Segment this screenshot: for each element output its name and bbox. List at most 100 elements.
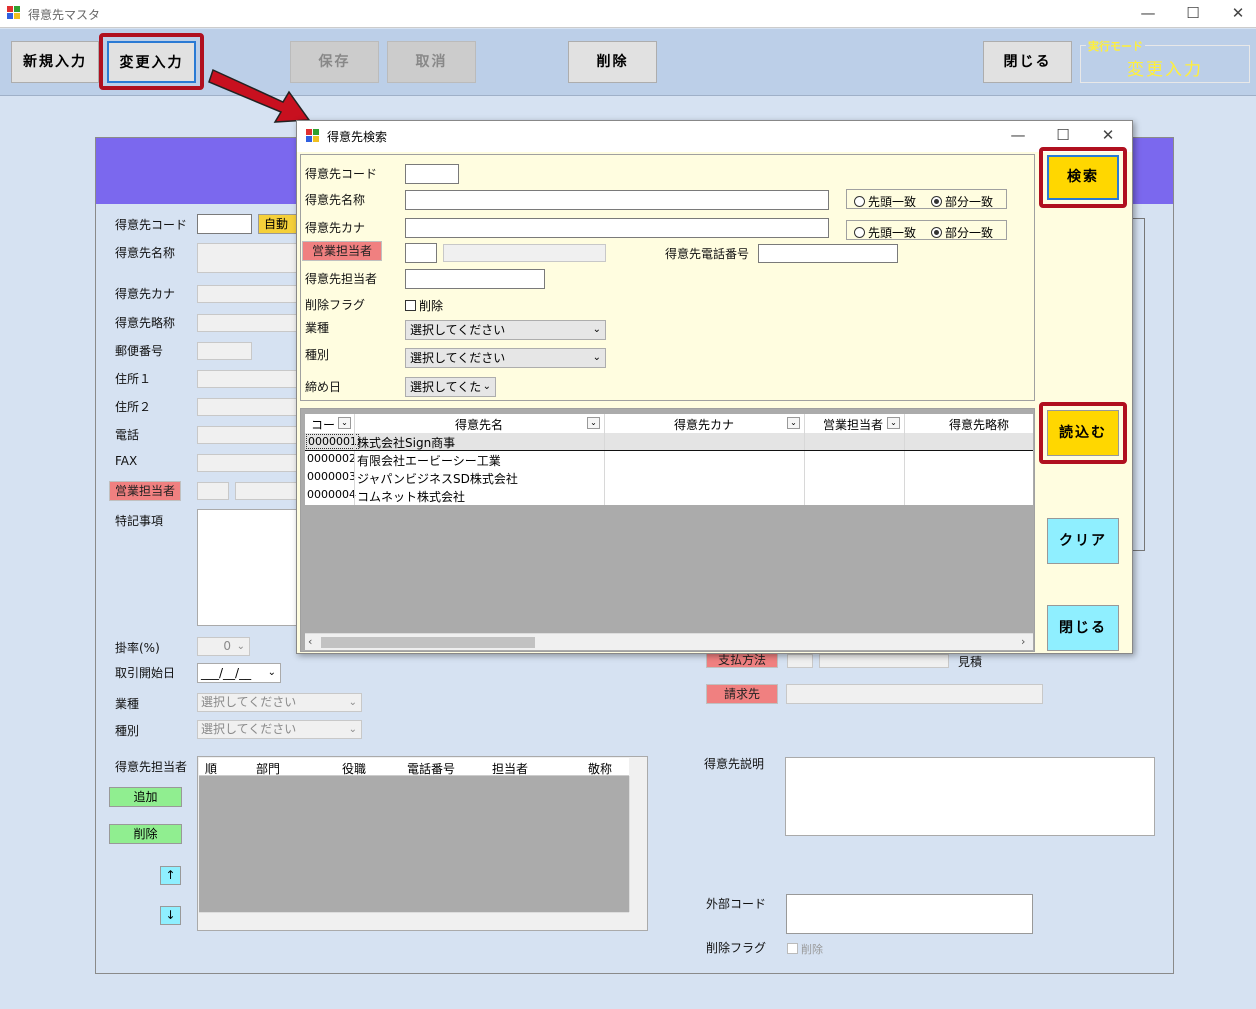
phone-label: 電話 <box>115 428 140 442</box>
radio-selected-icon <box>931 227 942 238</box>
main-titlebar: 得意先マスタ — ☐ ✕ <box>0 0 1256 28</box>
address2-input[interactable] <box>197 398 297 416</box>
filter-icon[interactable]: ⌄ <box>787 417 800 429</box>
name-partial-radio[interactable]: 部分一致 <box>931 193 993 210</box>
table-row[interactable]: 0000001 株式会社Sign商事 <box>305 433 1033 453</box>
results-hscroll[interactable]: ‹ › <box>305 633 1033 650</box>
load-button[interactable]: 読込む <box>1047 410 1119 456</box>
clear-button[interactable]: クリア <box>1047 518 1119 564</box>
filter-icon[interactable]: ⌄ <box>587 417 600 429</box>
delete-button[interactable]: 削除 <box>568 41 657 83</box>
code-input[interactable] <box>197 214 252 234</box>
col-code: コー <box>311 418 336 432</box>
cancel-button[interactable]: 取消 <box>387 41 476 83</box>
maximize-icon[interactable]: ☐ <box>1170 0 1216 28</box>
scroll-right-icon[interactable]: › <box>1021 635 1025 648</box>
col-name: 得意先名 <box>455 418 504 432</box>
change-entry-button[interactable]: 変更入力 <box>107 41 196 83</box>
description-textarea[interactable] <box>785 757 1155 836</box>
window-title: 得意先マスタ <box>28 8 101 22</box>
radio-icon <box>854 227 865 238</box>
partial-label: 部分一致 <box>945 226 994 240</box>
start-date-input[interactable]: ___/__/__ ⌄ <box>197 663 281 683</box>
kana-partial-radio[interactable]: 部分一致 <box>931 224 993 241</box>
fax-input[interactable] <box>197 454 297 472</box>
dlg-code-input[interactable] <box>405 164 459 184</box>
contacts-vscroll[interactable] <box>629 776 646 912</box>
payment-method-button[interactable]: 支払方法 <box>706 652 778 668</box>
industry-combo[interactable]: 選択してください ⌄ <box>197 693 362 712</box>
move-down-button[interactable]: ↓ <box>160 906 181 925</box>
postal-input[interactable] <box>197 342 252 360</box>
type-combo[interactable]: 選択してください ⌄ <box>197 720 362 739</box>
dlg-phone-label: 得意先電話番号 <box>665 247 750 261</box>
billing-input <box>786 684 1043 704</box>
sales-rep-code-input[interactable] <box>197 482 229 500</box>
dlg-contact-label: 得意先担当者 <box>305 272 378 286</box>
auto-number-button[interactable]: 自動 <box>258 214 298 234</box>
dlg-industry-combo[interactable]: 選択してください ⌄ <box>405 320 606 340</box>
sales-rep-button[interactable]: 営業担当者 <box>109 481 181 501</box>
name-match-group: 先頭一致 部分一致 <box>846 189 1007 209</box>
scroll-left-icon[interactable]: ‹ <box>308 635 312 648</box>
name-input[interactable] <box>197 243 297 273</box>
dlg-kana-input[interactable] <box>405 218 829 238</box>
table-row[interactable]: 0000003 ジャパンビジネスSD株式会社 <box>305 469 1033 487</box>
dlg-contact-input[interactable] <box>405 269 545 289</box>
filter-icon[interactable]: ⌄ <box>887 417 900 429</box>
delete-check-label: 削除 <box>801 943 823 956</box>
search-button[interactable]: 検索 <box>1047 155 1119 200</box>
row-code: 0000004 <box>307 488 356 501</box>
dlg-kana-label: 得意先カナ <box>305 221 366 235</box>
external-code-input[interactable] <box>786 894 1033 934</box>
filter-icon[interactable]: ⌄ <box>338 417 351 429</box>
dlg-sales-rep-code-input[interactable] <box>405 243 437 263</box>
close-icon[interactable]: ✕ <box>1215 0 1256 28</box>
col-kana: 得意先カナ <box>674 418 735 432</box>
kana-prefix-radio[interactable]: 先頭一致 <box>854 224 916 241</box>
dlg-type-combo[interactable]: 選択してください ⌄ <box>405 348 606 368</box>
delete-flag-checkbox[interactable]: 削除 <box>787 941 823 957</box>
description-label: 得意先説明 <box>704 757 765 771</box>
kana-input[interactable] <box>197 285 297 303</box>
scroll-thumb[interactable] <box>321 637 535 648</box>
contacts-hscroll[interactable] <box>199 912 629 929</box>
close-button[interactable]: 閉じる <box>983 41 1072 83</box>
billing-button[interactable]: 請求先 <box>706 684 778 704</box>
phone-input[interactable] <box>197 426 297 444</box>
dialog-minimize-icon[interactable]: — <box>995 121 1041 152</box>
table-row[interactable]: 0000002 有限会社エービーシー工業 <box>305 451 1033 469</box>
name-prefix-radio[interactable]: 先頭一致 <box>854 193 916 210</box>
dlg-name-label: 得意先名称 <box>305 193 366 207</box>
minimize-icon[interactable]: — <box>1125 0 1171 28</box>
abbr-input[interactable] <box>197 314 297 332</box>
dlg-phone-input[interactable] <box>758 244 898 263</box>
address1-label: 住所１ <box>115 372 152 386</box>
rate-value: 0 <box>223 639 231 653</box>
address1-input[interactable] <box>197 370 297 388</box>
checkbox-icon <box>787 943 798 954</box>
dlg-delete-checkbox[interactable]: 削除 <box>405 297 443 314</box>
radio-selected-icon <box>931 196 942 207</box>
fax-label: FAX <box>115 454 138 468</box>
dlg-type-value: 選択してください <box>410 351 506 365</box>
chevron-down-icon: ⌄ <box>348 724 357 735</box>
dlg-closing-combo[interactable]: 選択してくた ⌄ <box>405 377 496 397</box>
code-label: 得意先コード <box>115 218 188 232</box>
dialog-close-button[interactable]: 閉じる <box>1047 605 1119 651</box>
new-entry-button[interactable]: 新規入力 <box>11 41 99 83</box>
payment-code-input[interactable] <box>787 654 813 668</box>
col-sales-rep: 営業担当者 <box>823 418 884 432</box>
dlg-name-input[interactable] <box>405 190 829 210</box>
dlg-sales-rep-button[interactable]: 営業担当者 <box>302 241 382 261</box>
abbr-label: 得意先略称 <box>115 316 176 330</box>
rate-combo[interactable]: 0 ⌄ <box>197 637 250 656</box>
add-contact-button[interactable]: 追加 <box>109 787 182 807</box>
notes-textarea[interactable] <box>197 509 297 626</box>
move-up-button[interactable]: ↑ <box>160 866 181 885</box>
table-row[interactable]: 0000004 コムネット株式会社 <box>305 487 1033 505</box>
contacts-grid-body <box>199 776 629 912</box>
dlg-closing-value: 選択してくた <box>410 380 482 394</box>
row-name: 有限会社エービーシー工業 <box>357 454 501 468</box>
remove-contact-button[interactable]: 削除 <box>109 824 182 844</box>
